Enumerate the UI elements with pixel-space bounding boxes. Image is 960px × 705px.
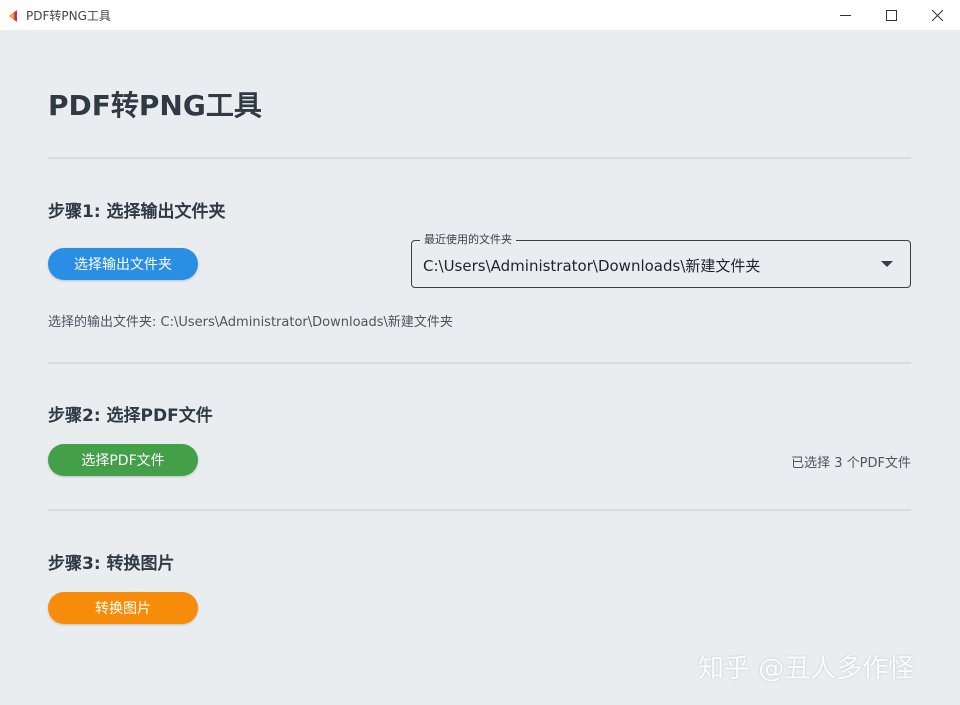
step1-title: 步骤1: 选择输出文件夹 — [48, 202, 226, 222]
select-output-folder-button[interactable]: 选择输出文件夹 — [48, 248, 198, 280]
pdf-count-status: 已选择 3 个PDF文件 — [791, 456, 911, 471]
minimize-button[interactable] — [822, 0, 868, 30]
page-title: PDF转PNG工具 — [48, 89, 262, 122]
divider — [48, 362, 911, 364]
convert-button[interactable]: 转换图片 — [48, 592, 198, 624]
window-controls — [822, 0, 960, 30]
divider — [48, 509, 911, 511]
maximize-icon — [885, 9, 897, 21]
chevron-down-icon[interactable] — [881, 261, 893, 267]
close-icon — [931, 9, 943, 21]
minimize-icon — [839, 10, 851, 21]
recent-folders-value: C:\Users\Administrator\Downloads\新建文件夹 — [423, 257, 761, 275]
recent-folders-dropdown[interactable]: 最近使用的文件夹 C:\Users\Administrator\Download… — [411, 233, 911, 288]
divider — [48, 157, 911, 159]
close-button[interactable] — [914, 0, 960, 30]
watermark: 知乎 @丑人多作怪 — [698, 654, 915, 684]
app-logo-icon — [7, 8, 19, 22]
step3-title: 步骤3: 转换图片 — [48, 554, 175, 574]
title-bar: PDF转PNG工具 — [0, 0, 960, 30]
window-title: PDF转PNG工具 — [26, 8, 111, 23]
maximize-button[interactable] — [868, 0, 914, 30]
recent-folders-label: 最近使用的文件夹 — [420, 233, 516, 247]
selected-output-folder-text: 选择的输出文件夹: C:\Users\Administrator\Downloa… — [48, 315, 453, 330]
step2-title: 步骤2: 选择PDF文件 — [48, 406, 213, 426]
select-pdf-button[interactable]: 选择PDF文件 — [48, 444, 198, 476]
